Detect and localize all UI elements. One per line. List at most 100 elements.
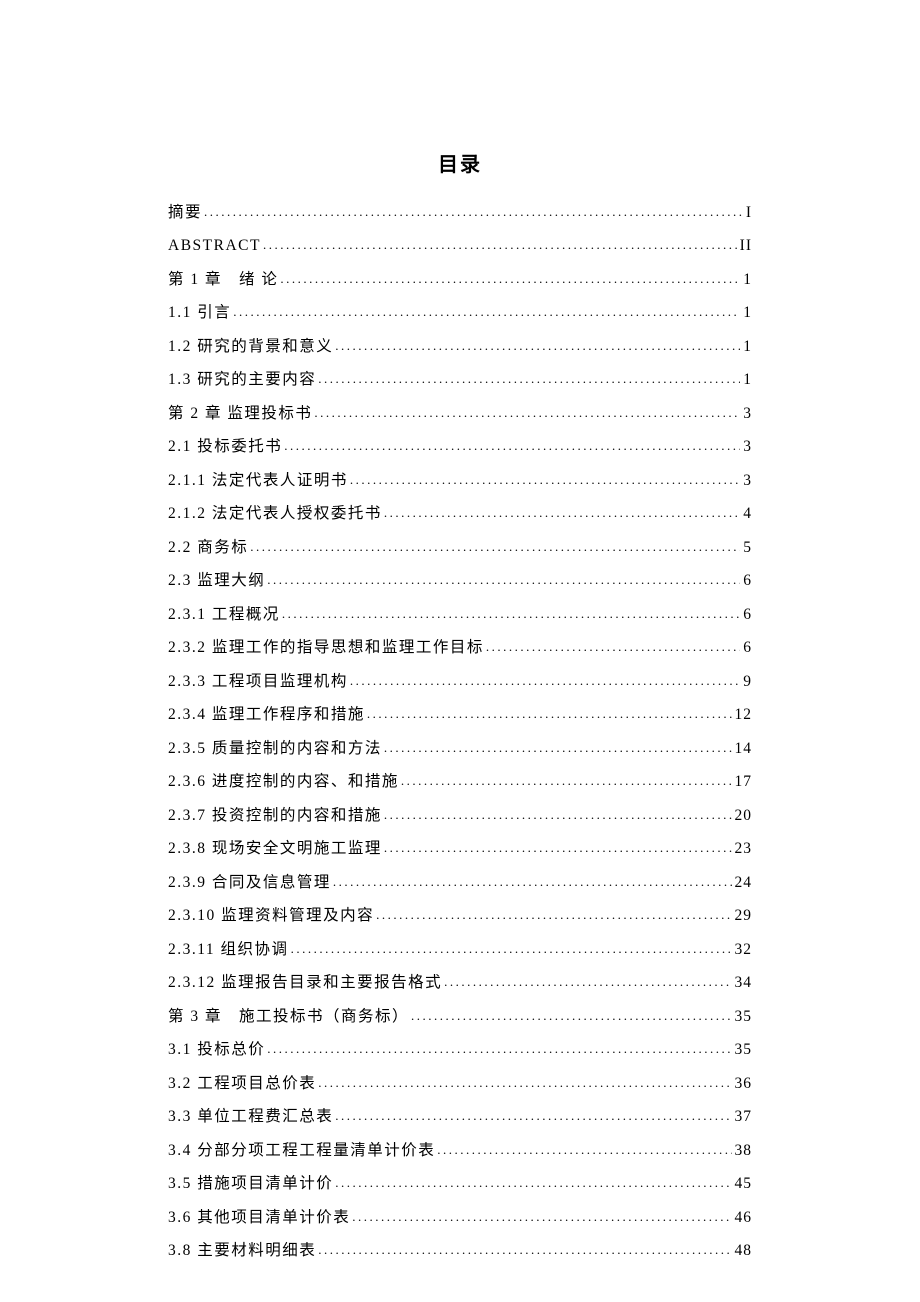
toc-dots <box>265 1039 731 1055</box>
toc-entry-page: 32 <box>732 942 753 958</box>
toc-title: 目录 <box>168 148 752 177</box>
toc-entry: 2.3 监理大纲6 <box>168 570 752 589</box>
toc-entry-label: 2.3.6 进度控制的内容、和措施 <box>168 774 399 790</box>
toc-entry-page: 36 <box>732 1076 753 1092</box>
toc-dots <box>333 1173 731 1189</box>
toc-entry-page: 17 <box>732 774 753 790</box>
toc-entry-label: 2.3.12 监理报告目录和主要报告格式 <box>168 975 442 991</box>
toc-entry: 2.3.8 现场安全文明施工监理 23 <box>168 838 752 857</box>
toc-entry-label: 3.2 工程项目总价表 <box>168 1076 316 1092</box>
toc-entry-label: 第 1 章 绪 论 <box>168 272 278 288</box>
toc-dots <box>316 1240 731 1256</box>
toc-entry: 3.4 分部分项工程工程量清单计价表38 <box>168 1139 752 1158</box>
toc-entry-page: II <box>737 238 752 254</box>
toc-entry-page: 24 <box>732 875 753 891</box>
toc-entry-label: 3.3 单位工程费汇总表 <box>168 1109 333 1125</box>
toc-entry-page: 6 <box>740 607 752 623</box>
toc-entry: 2.3.2 监理工作的指导思想和监理工作目标 6 <box>168 637 752 656</box>
toc-entry-page: 9 <box>740 674 752 690</box>
toc-entry: 2.2 商务标 5 <box>168 536 752 555</box>
toc-entry-page: 35 <box>732 1042 753 1058</box>
toc-dots <box>289 938 732 954</box>
toc-entry: 第 2 章 监理投标书3 <box>168 402 752 421</box>
toc-entry-page: 45 <box>732 1176 753 1192</box>
toc-dots <box>382 804 732 820</box>
toc-entry: 第 1 章 绪 论 1 <box>168 268 752 287</box>
toc-entry-label: 第 3 章 施工投标书（商务标） <box>168 1009 409 1025</box>
toc-entry: 2.1.2 法定代表人授权委托书4 <box>168 503 752 522</box>
toc-entry-label: 2.3.1 工程概况 <box>168 607 280 623</box>
toc-dots <box>261 235 737 251</box>
toc-entry-label: 3.6 其他项目清单计价表 <box>168 1210 350 1226</box>
toc-entry: 2.3.3 工程项目监理机构 9 <box>168 670 752 689</box>
toc-dots <box>348 670 740 686</box>
toc-entry-label: 2.2 商务标 <box>168 540 248 556</box>
toc-dots <box>231 302 740 318</box>
toc-entry-page: 38 <box>732 1143 753 1159</box>
toc-entry-page: 37 <box>732 1109 753 1125</box>
toc-dots <box>333 1106 731 1122</box>
toc-entry-label: 2.3.2 监理工作的指导思想和监理工作目标 <box>168 640 484 656</box>
toc-entry-page: 35 <box>732 1009 753 1025</box>
toc-entry: 第 3 章 施工投标书（商务标） 35 <box>168 1005 752 1024</box>
toc-dots <box>374 905 731 921</box>
toc-entry: 2.3.1 工程概况 6 <box>168 603 752 622</box>
toc-dots <box>382 838 732 854</box>
toc-entry-label: 2.3.4 监理工作程序和措施 <box>168 707 365 723</box>
toc-dots <box>382 503 740 519</box>
toc-entry-page: 5 <box>740 540 752 556</box>
toc-entry-label: 2.3.7 投资控制的内容和措施 <box>168 808 382 824</box>
toc-container: 摘要I ABSTRACT II 第 1 章 绪 论 1 1.1 引言 1 1.2 研究的背景和… <box>168 201 752 1259</box>
toc-dots <box>202 201 743 217</box>
toc-entry-label: ABSTRACT <box>168 238 261 254</box>
toc-dots <box>278 268 740 284</box>
toc-entry: 摘要I <box>168 201 752 220</box>
toc-dots <box>435 1139 731 1155</box>
toc-entry-label: 2.3.9 合同及信息管理 <box>168 875 331 891</box>
toc-entry-label: 3.1 投标总价 <box>168 1042 265 1058</box>
toc-dots <box>312 402 740 418</box>
toc-entry-label: 2.1.2 法定代表人授权委托书 <box>168 506 382 522</box>
toc-entry-label: 2.3.10 监理资料管理及内容 <box>168 908 374 924</box>
toc-dots <box>409 1005 731 1021</box>
toc-entry: 2.1.1 法定代表人证明书3 <box>168 469 752 488</box>
toc-entry: 1.3 研究的主要内容1 <box>168 369 752 388</box>
toc-entry: 3.3 单位工程费汇总表 37 <box>168 1106 752 1125</box>
toc-entry: 3.6 其他项目清单计价表46 <box>168 1206 752 1225</box>
toc-entry-page: 6 <box>740 640 752 656</box>
toc-dots <box>348 469 740 485</box>
toc-dots <box>280 603 740 619</box>
toc-entry-label: 2.1 投标委托书 <box>168 439 282 455</box>
toc-entry-page: 29 <box>732 908 753 924</box>
toc-dots <box>442 972 731 988</box>
toc-entry: 2.3.7 投资控制的内容和措施 20 <box>168 804 752 823</box>
toc-entry-page: 48 <box>732 1243 753 1259</box>
toc-entry-page: 20 <box>732 808 753 824</box>
toc-entry-page: 3 <box>740 406 752 422</box>
toc-entry-label: 2.3.11 组织协调 <box>168 942 289 958</box>
toc-entry-page: 6 <box>740 573 752 589</box>
toc-entry-label: 1.1 引言 <box>168 305 231 321</box>
toc-entry-label: 摘要 <box>168 205 202 221</box>
toc-entry-page: 34 <box>732 975 753 991</box>
toc-entry-label: 3.5 措施项目清单计价 <box>168 1176 333 1192</box>
toc-entry-label: 2.3.3 工程项目监理机构 <box>168 674 348 690</box>
toc-dots <box>248 536 740 552</box>
toc-entry-page: 12 <box>732 707 753 723</box>
toc-entry-page: 3 <box>740 439 752 455</box>
toc-dots <box>382 737 732 753</box>
toc-entry: 2.3.6 进度控制的内容、和措施 17 <box>168 771 752 790</box>
toc-entry: 2.3.9 合同及信息管理 24 <box>168 871 752 890</box>
toc-entry: 2.3.11 组织协调 32 <box>168 938 752 957</box>
toc-dots <box>365 704 732 720</box>
toc-entry: 3.5 措施项目清单计价 45 <box>168 1173 752 1192</box>
toc-entry: 1.2 研究的背景和意义1 <box>168 335 752 354</box>
toc-entry: 2.3.10 监理资料管理及内容 29 <box>168 905 752 924</box>
toc-dots <box>316 1072 731 1088</box>
toc-entry: 3.2 工程项目总价表 36 <box>168 1072 752 1091</box>
toc-entry-page: 1 <box>740 272 752 288</box>
toc-entry-page: 23 <box>732 841 753 857</box>
toc-dots <box>331 871 732 887</box>
toc-dots <box>484 637 740 653</box>
toc-entry-label: 2.3.8 现场安全文明施工监理 <box>168 841 382 857</box>
